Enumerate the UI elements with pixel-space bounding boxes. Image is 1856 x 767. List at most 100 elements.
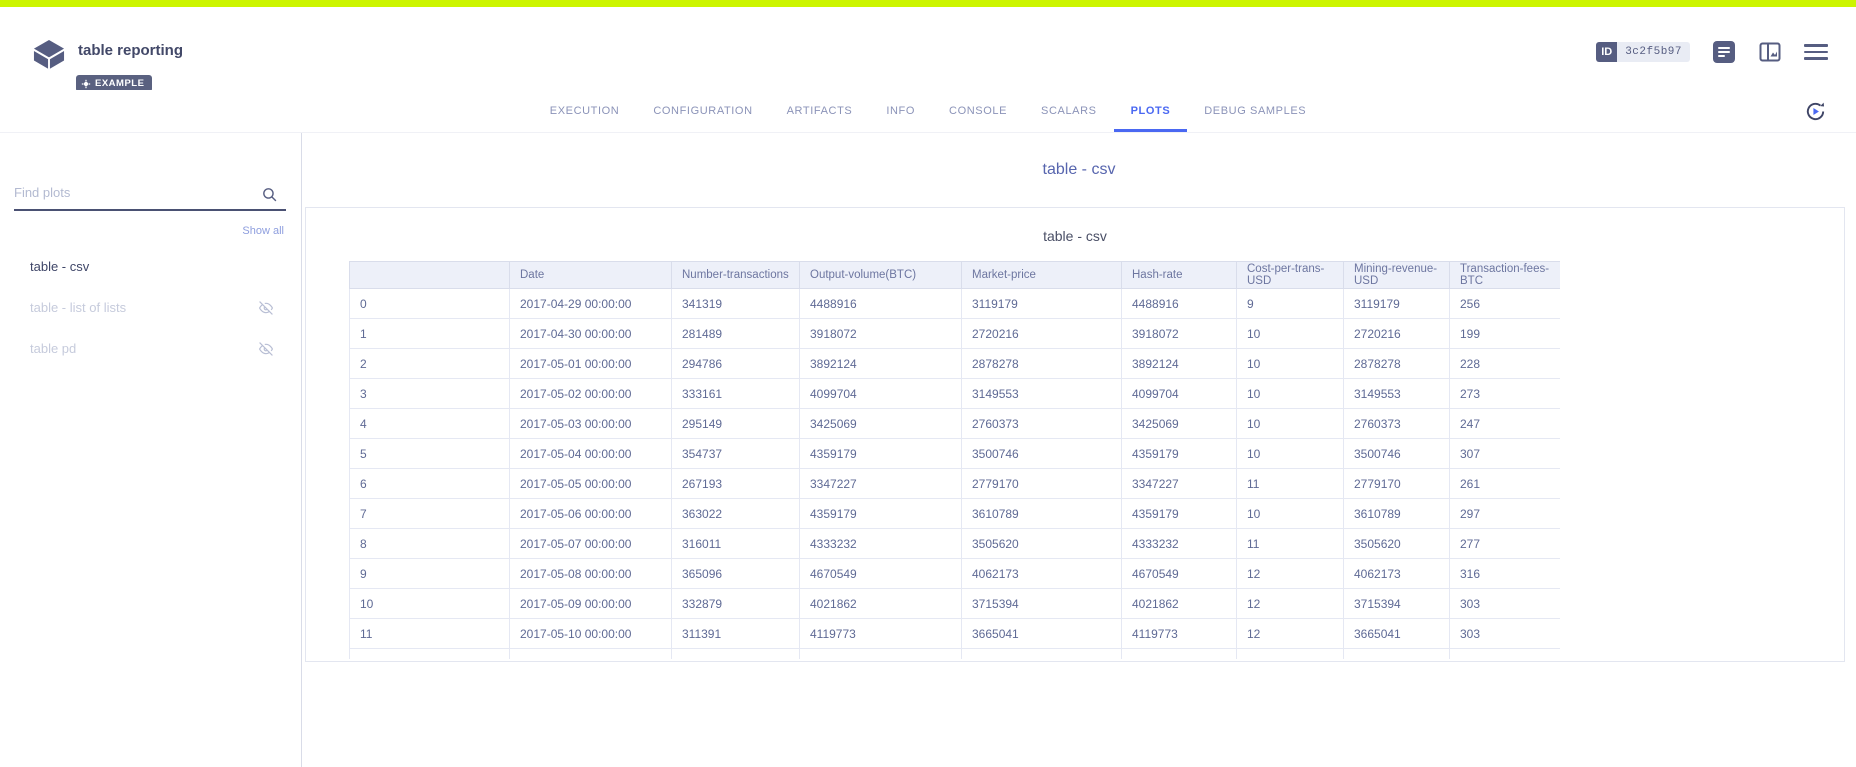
table-header-cell: Cost-per-trans-USD xyxy=(1237,262,1344,289)
table-cell: 10 xyxy=(1237,499,1344,529)
table-cell: 3665041 xyxy=(962,619,1122,649)
table-cell: 3439277 xyxy=(1344,649,1450,660)
table-cell: 3610789 xyxy=(962,499,1122,529)
table-cell: 316011 xyxy=(672,529,800,559)
table-cell: 11 xyxy=(350,619,510,649)
table-cell: 4359179 xyxy=(800,499,962,529)
table-cell: 277 xyxy=(1450,529,1561,559)
table-cell: 3715394 xyxy=(1344,589,1450,619)
plot-group-title: table - csv xyxy=(302,161,1856,179)
tab-configuration[interactable]: CONFIGURATION xyxy=(636,90,769,132)
table-cell: 9 xyxy=(350,559,510,589)
table-row: 42017-05-03 00:00:0029514934250692760373… xyxy=(350,409,1561,439)
table-cell: 7 xyxy=(350,499,510,529)
table-row: 52017-05-04 00:00:0035473743591793500746… xyxy=(350,439,1561,469)
table-cell: 3892124 xyxy=(800,349,962,379)
auto-refresh-button[interactable] xyxy=(1804,100,1828,124)
table-cell: 304543 xyxy=(672,649,800,660)
tab-bar-items: EXECUTIONCONFIGURATIONARTIFACTSINFOCONSO… xyxy=(533,90,1323,132)
table-cell: 2017-05-07 00:00:00 xyxy=(510,529,672,559)
table-cell: 4062173 xyxy=(962,559,1122,589)
table-cell: 3500746 xyxy=(1344,439,1450,469)
plot-item-label: table - list of lists xyxy=(30,300,259,315)
table-row: 72017-05-06 00:00:0036302243591793610789… xyxy=(350,499,1561,529)
table-cell: 2760373 xyxy=(962,409,1122,439)
table-cell: 2017-04-29 00:00:00 xyxy=(510,289,672,319)
table-cell: 3918072 xyxy=(1122,319,1237,349)
show-all-link[interactable]: Show all xyxy=(242,225,284,237)
table-header-cell: Market-price xyxy=(962,262,1122,289)
plot-list-item[interactable]: table - csv xyxy=(0,246,301,287)
table-cell: 365096 xyxy=(672,559,800,589)
table-cell: 4 xyxy=(350,409,510,439)
table-cell: 10 xyxy=(1237,409,1344,439)
table-header-cell: Transaction-fees-BTC xyxy=(1450,262,1561,289)
tab-scalars[interactable]: SCALARS xyxy=(1024,90,1114,132)
tab-console[interactable]: CONSOLE xyxy=(932,90,1024,132)
plot-list-item[interactable]: table pd xyxy=(0,328,301,369)
search-input[interactable] xyxy=(14,181,254,204)
table-cell: 341319 xyxy=(672,289,800,319)
table-cell: 2017-05-05 00:00:00 xyxy=(510,469,672,499)
table-cell: 4099704 xyxy=(800,379,962,409)
plot-list-item[interactable]: table - list of lists xyxy=(0,287,301,328)
table-cell: 8 xyxy=(350,529,510,559)
plot-table: DateNumber-transactionsOutput-volume(BTC… xyxy=(349,261,1560,659)
table-cell: 303 xyxy=(1450,619,1561,649)
experiment-id-chip[interactable]: ID 3c2f5b97 xyxy=(1596,42,1690,62)
table-cell: 3500746 xyxy=(962,439,1122,469)
table-cell: 307 xyxy=(1450,439,1561,469)
table-cell: 3755101 xyxy=(800,649,962,660)
eye-off-icon[interactable] xyxy=(259,342,273,356)
table-cell: 12 xyxy=(350,649,510,660)
table-cell: 4099704 xyxy=(1122,379,1237,409)
plot-item-label: table - csv xyxy=(30,259,273,274)
table-row: 102017-05-09 00:00:003328794021862371539… xyxy=(350,589,1561,619)
tab-execution[interactable]: EXECUTION xyxy=(533,90,637,132)
details-panel-button[interactable] xyxy=(1712,40,1736,64)
example-badge-icon xyxy=(81,79,91,89)
table-header-row: DateNumber-transactionsOutput-volume(BTC… xyxy=(350,262,1561,289)
eye-off-icon[interactable] xyxy=(259,301,273,315)
table-cell: 2017-05-06 00:00:00 xyxy=(510,499,672,529)
plot-table-viewport[interactable]: DateNumber-transactionsOutput-volume(BTC… xyxy=(349,261,1560,659)
table-header-cell: Mining-revenue-USD xyxy=(1344,262,1450,289)
table-cell: 3119179 xyxy=(962,289,1122,319)
table-cell: 3665041 xyxy=(1344,619,1450,649)
table-cell: 10 xyxy=(1237,379,1344,409)
table-cell: 2760373 xyxy=(1344,409,1450,439)
search-icon xyxy=(261,186,278,208)
tab-plots[interactable]: PLOTS xyxy=(1114,90,1188,132)
experiment-logo-icon xyxy=(30,36,68,74)
id-value: 3c2f5b97 xyxy=(1617,42,1690,62)
plots-content: table - csv table - csv DateNumber-trans… xyxy=(302,133,1856,767)
app-header: table reporting EXAMPLE ID 3c2f5b97 xyxy=(0,7,1856,90)
table-cell: 12 xyxy=(1237,649,1344,660)
split-view-button[interactable] xyxy=(1758,40,1782,64)
table-cell: 4333232 xyxy=(1122,529,1237,559)
table-cell: 10 xyxy=(350,589,510,619)
table-header-cell: Hash-rate xyxy=(1122,262,1237,289)
menu-button[interactable] xyxy=(1804,44,1828,60)
table-header-cell: Number-transactions xyxy=(672,262,800,289)
table-cell: 2779170 xyxy=(962,469,1122,499)
table-cell: 4670549 xyxy=(800,559,962,589)
table-cell: 3439277 xyxy=(962,649,1122,660)
plot-item-label: table pd xyxy=(30,341,259,356)
table-row: 82017-05-07 00:00:0031601143332323505620… xyxy=(350,529,1561,559)
table-cell: 2779170 xyxy=(1344,469,1450,499)
table-cell: 2017-05-08 00:00:00 xyxy=(510,559,672,589)
table-cell: 12 xyxy=(1237,559,1344,589)
tab-artifacts[interactable]: ARTIFACTS xyxy=(770,90,870,132)
table-cell: 3425069 xyxy=(800,409,962,439)
table-cell: 3 xyxy=(350,379,510,409)
table-cell: 2017-05-03 00:00:00 xyxy=(510,409,672,439)
tab-info[interactable]: INFO xyxy=(869,90,932,132)
table-cell: 3610789 xyxy=(1344,499,1450,529)
table-cell: 3149553 xyxy=(962,379,1122,409)
split-view-icon xyxy=(1759,41,1781,63)
table-cell: 10 xyxy=(1237,349,1344,379)
table-header-cell: Date xyxy=(510,262,672,289)
table-cell: 3347227 xyxy=(1122,469,1237,499)
tab-debug-samples[interactable]: DEBUG SAMPLES xyxy=(1187,90,1323,132)
